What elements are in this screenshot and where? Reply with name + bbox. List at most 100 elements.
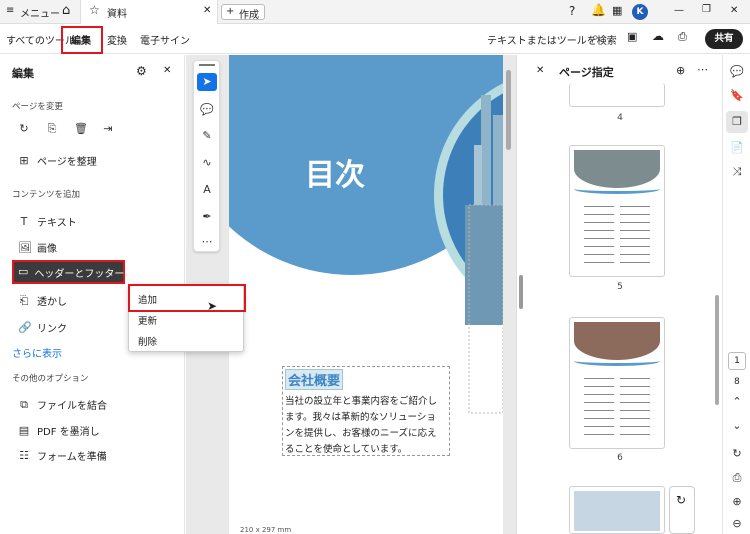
close-page-panel-icon[interactable]: ✕ (536, 65, 544, 76)
tab-document[interactable]: ☆ 資料 ✕ (80, 0, 218, 24)
mouse-cursor-icon: ➤ (207, 299, 218, 313)
minimize-icon[interactable]: — (674, 5, 684, 16)
organize-pages-item[interactable]: ⊞ ページを整理 (18, 153, 96, 168)
maximize-icon[interactable]: ❐ (702, 4, 711, 15)
combine-files-label: ファイルを結合 (37, 401, 107, 412)
zoom-in-icon[interactable]: ⊕ (730, 495, 744, 509)
more-tools-icon[interactable]: ⋯ (197, 233, 217, 251)
watermark-item[interactable]: ⎗ 透かし (18, 293, 67, 308)
comment-icon[interactable]: 💬 (197, 101, 217, 119)
watermark-icon: ⎗ (19, 293, 29, 307)
right-rail: 💬 🔖 ❐ 📄 ⤨ 1 8 ⌃ ⌄ ↻ ⎙ ⊕ ⊖ (722, 55, 750, 534)
plus-icon: + (226, 6, 235, 17)
total-pages: 8 (734, 377, 740, 387)
home-icon[interactable]: ⌂ (62, 3, 70, 18)
body-line: ます。我々は革新的なソリューショ (285, 412, 436, 423)
document-page: 目次 会社概要 当社の設立年と事業内容をご紹介し ます。我々は革新的なソリューシ… (229, 55, 503, 534)
add-text-label: テキスト (37, 218, 77, 229)
apps-grid-icon[interactable]: ▦ (612, 4, 622, 17)
print-icon[interactable]: ⎙ (678, 30, 687, 44)
redact-icon: ▤ (18, 423, 30, 437)
new-tab-button[interactable]: + 作成 (221, 4, 265, 21)
document-icon[interactable]: 📄 (730, 141, 744, 155)
combine-files-item[interactable]: ⧉ ファイルを結合 (18, 397, 107, 412)
bell-icon[interactable]: 🔔 (591, 3, 606, 17)
section-page-change: ページを変更 (12, 102, 63, 112)
redact-item[interactable]: ▤ PDF を墨消し (18, 423, 100, 438)
close-window-icon[interactable]: ✕ (730, 5, 738, 16)
prepare-form-item[interactable]: ☷ フォームを準備 (18, 448, 107, 463)
chevron-up-icon[interactable]: ⌃ (730, 395, 744, 409)
chevron-down-icon[interactable]: ⌄ (730, 419, 744, 433)
more-options-icon[interactable]: ⋯ (697, 63, 708, 76)
redact-label: PDF を墨消し (37, 427, 100, 438)
search-icon[interactable]: ⌕ (592, 30, 599, 45)
share-button[interactable]: 共有 (705, 29, 743, 49)
rotate-icon[interactable]: ↻ (676, 493, 686, 507)
header-footer-label: ヘッダーとフッター (34, 268, 125, 280)
add-image-item[interactable]: 🖼 画像 (18, 240, 57, 255)
page-number-6: 6 (617, 453, 623, 463)
close-panel-icon[interactable]: ✕ (163, 65, 171, 76)
add-text-item[interactable]: T テキスト (18, 214, 77, 229)
thumb-text-lines (620, 206, 650, 266)
new-tab-label: 作成 (239, 10, 259, 21)
compare-icon[interactable]: ⤨ (730, 165, 744, 179)
close-tab-icon[interactable]: ✕ (203, 5, 211, 16)
bookmark-icon[interactable]: 🔖 (730, 89, 744, 103)
meeting-photo (574, 322, 660, 360)
page-thumbnail-4[interactable] (569, 83, 665, 107)
show-more-link[interactable]: さらに表示 (12, 345, 62, 360)
freeform-icon[interactable]: ∿ (197, 154, 217, 172)
text-icon: T (20, 214, 28, 228)
save-icon[interactable]: ▣ (627, 30, 637, 43)
menu-item-update[interactable]: 更新 (138, 313, 157, 327)
page-graphic (229, 55, 503, 414)
panel-resize-handle[interactable] (519, 275, 523, 309)
section-heading[interactable]: 会社概要 (285, 369, 344, 390)
link-icon: 🔗 (18, 320, 32, 334)
menu-icon[interactable]: ≡ (6, 5, 14, 16)
link-item[interactable]: 🔗 リンク (18, 320, 67, 335)
blue-arc (574, 356, 660, 366)
page-thumbnail-6[interactable] (569, 317, 665, 449)
menu-label[interactable]: メニュー (20, 5, 60, 20)
zoom-out-icon[interactable]: ⊖ (730, 517, 744, 531)
pen-icon[interactable]: ✎ (197, 127, 217, 145)
insert-page-icon[interactable]: ⎘ (46, 123, 58, 135)
section-other-options: その他のオプション (12, 374, 89, 384)
page-tools-row: ↻ ⎘ 🗑 ⇥ (18, 123, 114, 135)
add-image-label: 画像 (37, 244, 57, 255)
delete-page-icon[interactable]: 🗑 (74, 123, 88, 135)
current-page-field[interactable]: 1 (728, 352, 746, 370)
page-thumbnail-5[interactable] (569, 145, 665, 277)
thumb-text-lines (620, 378, 650, 438)
refresh-icon[interactable]: ↻ (730, 447, 744, 461)
page-thumbnail-7[interactable] (569, 486, 665, 534)
select-tool-icon[interactable]: ➤ (197, 73, 217, 91)
text-box-icon[interactable]: A (197, 181, 217, 199)
add-page-icon[interactable]: ⊕ (676, 64, 685, 77)
menu-esign[interactable]: 電子サイン (140, 32, 190, 47)
toolbar-grip[interactable] (199, 64, 215, 66)
menu-convert[interactable]: 変換 (107, 32, 127, 47)
gear-icon[interactable]: ⚙ (136, 64, 147, 78)
cloud-upload-icon[interactable]: ☁ (652, 29, 664, 43)
rotate-thumb-toolbar: ↻ (669, 486, 695, 534)
page-panel-scrollbar[interactable] (715, 295, 719, 405)
canvas-scrollbar[interactable] (506, 70, 511, 150)
pages-icon[interactable]: ❐ (730, 115, 744, 129)
text-block-frame[interactable]: 会社概要 当社の設立年と事業内容をご紹介し ます。我々は革新的なソリューショ ン… (282, 366, 450, 456)
comments-icon[interactable]: 💬 (730, 65, 744, 79)
help-icon[interactable]: ? (569, 4, 575, 18)
rotate-icon[interactable]: ↻ (18, 123, 30, 135)
sign-icon[interactable]: ✒ (197, 208, 217, 226)
body-text[interactable]: 当社の設立年と事業内容をご紹介し ます。我々は革新的なソリューショ ンを提供し、… (285, 394, 451, 458)
star-icon[interactable]: ☆ (89, 3, 100, 17)
avatar[interactable]: K (632, 4, 648, 20)
menu-item-add[interactable]: 追加 (138, 292, 157, 306)
header-footer-item[interactable]: ▭ ヘッダーとフッター (12, 260, 125, 284)
menu-item-delete[interactable]: 削除 (138, 334, 157, 348)
page-fit-icon[interactable]: ⎙ (730, 471, 744, 485)
extract-page-icon[interactable]: ⇥ (102, 123, 114, 135)
